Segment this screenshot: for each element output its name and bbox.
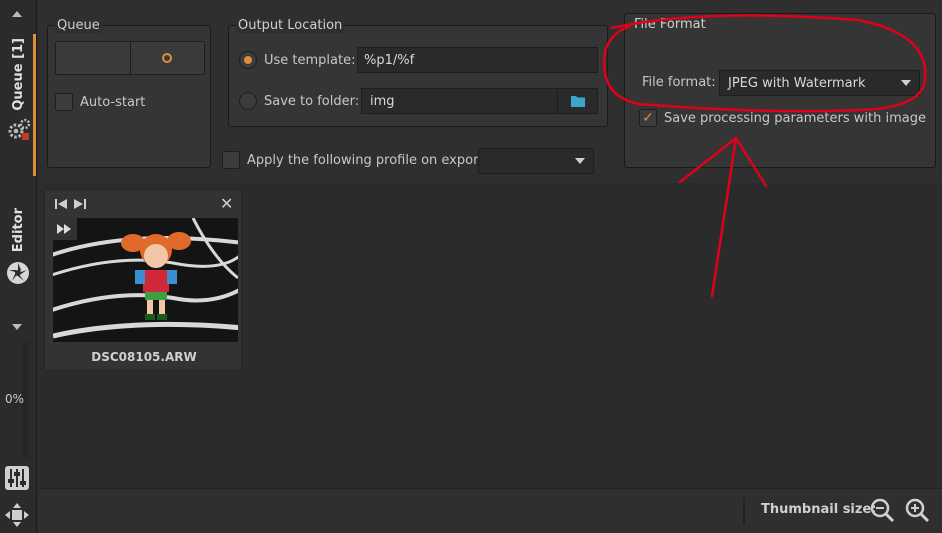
close-icon[interactable]: ✕: [220, 194, 233, 213]
profile-dropdown[interactable]: [478, 148, 594, 174]
zoom-out-icon[interactable]: [869, 497, 895, 523]
queue-gears-icon: [6, 116, 32, 142]
scroll-up-arrow-icon[interactable]: [12, 11, 22, 17]
queue-start-stop-group: [55, 41, 205, 75]
queue-tab-label: Queue [1]: [11, 38, 26, 111]
auto-start-checkbox[interactable]: [55, 93, 73, 111]
sliders-icon[interactable]: [4, 465, 30, 491]
chevron-down-icon: [575, 158, 585, 164]
save-to-folder-label: Save to folder:: [264, 93, 360, 109]
apply-profile-checkbox[interactable]: [222, 151, 240, 169]
status-bar: Thumbnail size:: [38, 488, 942, 533]
auto-start-label: Auto-start: [80, 94, 146, 110]
queue-item-filename: DSC08105.ARW: [91, 350, 197, 364]
output-location-title: Output Location: [236, 18, 345, 33]
checkmark-icon: ✓: [642, 110, 654, 126]
tab-editor[interactable]: Editor: [0, 208, 37, 252]
queue-stop-button[interactable]: [56, 42, 131, 74]
folder-icon: [570, 96, 585, 107]
move-arrows-icon[interactable]: [4, 502, 30, 528]
file-format-title: File Format: [634, 17, 706, 32]
queue-thumbnail-area: ✕ DSC08105.ARW: [38, 183, 942, 488]
thumbnail-image: [53, 218, 238, 342]
queue-panel-title: Queue: [55, 18, 102, 33]
zoom-in-icon[interactable]: [904, 497, 930, 523]
save-to-folder-radio[interactable]: [239, 92, 257, 110]
queue-status-ring-icon: [162, 53, 173, 63]
folder-input[interactable]: img: [361, 88, 598, 114]
apply-profile-label: Apply the following profile on export:: [247, 152, 488, 168]
left-sidebar: Queue [1] Editor 0%: [0, 0, 37, 533]
queue-panel: Queue Auto-start: [47, 18, 211, 168]
skip-to-start-icon[interactable]: [54, 198, 68, 210]
template-input[interactable]: %p1/%f: [357, 47, 598, 73]
folder-browse-button[interactable]: [557, 89, 597, 113]
queue-tab-active-indicator: [33, 34, 36, 176]
thumbnail-size-label: Thumbnail size:: [761, 502, 877, 517]
export-options-area: Queue Auto-start Output Location Use tem…: [38, 0, 942, 183]
file-format-panel: File Format File format: JPEG with Water…: [624, 13, 936, 168]
aperture-icon: [6, 261, 30, 285]
file-format-dropdown[interactable]: JPEG with Watermark: [719, 70, 920, 96]
file-format-label: File format:: [642, 75, 716, 90]
chevron-down-icon: [901, 80, 911, 86]
progress-label: 0%: [5, 392, 25, 406]
use-template-radio[interactable]: [239, 51, 257, 69]
apply-profile-row: Apply the following profile on export:: [222, 151, 488, 169]
save-to-folder-row: Save to folder:: [239, 92, 359, 110]
use-template-label: Use template:: [264, 52, 356, 68]
tab-queue[interactable]: Queue [1]: [0, 38, 37, 111]
scroll-down-arrow-icon[interactable]: [12, 324, 22, 330]
folder-value: img: [370, 93, 395, 109]
use-template-row: Use template:: [239, 51, 355, 69]
status-divider: [743, 497, 745, 525]
output-location-panel: Output Location Use template: %p1/%f Sav…: [228, 18, 608, 127]
queue-item-card[interactable]: ✕ DSC08105.ARW: [44, 189, 242, 371]
queue-start-button[interactable]: [131, 42, 205, 74]
save-params-label: Save processing parameters with image: [664, 110, 926, 126]
save-params-checkbox[interactable]: ✓: [639, 109, 657, 127]
skip-to-end-icon[interactable]: [73, 198, 87, 210]
save-params-row: ✓ Save processing parameters with image: [639, 109, 926, 127]
editor-tab-label: Editor: [11, 208, 26, 253]
file-format-value: JPEG with Watermark: [728, 75, 866, 91]
auto-start-row: Auto-start: [55, 93, 145, 111]
